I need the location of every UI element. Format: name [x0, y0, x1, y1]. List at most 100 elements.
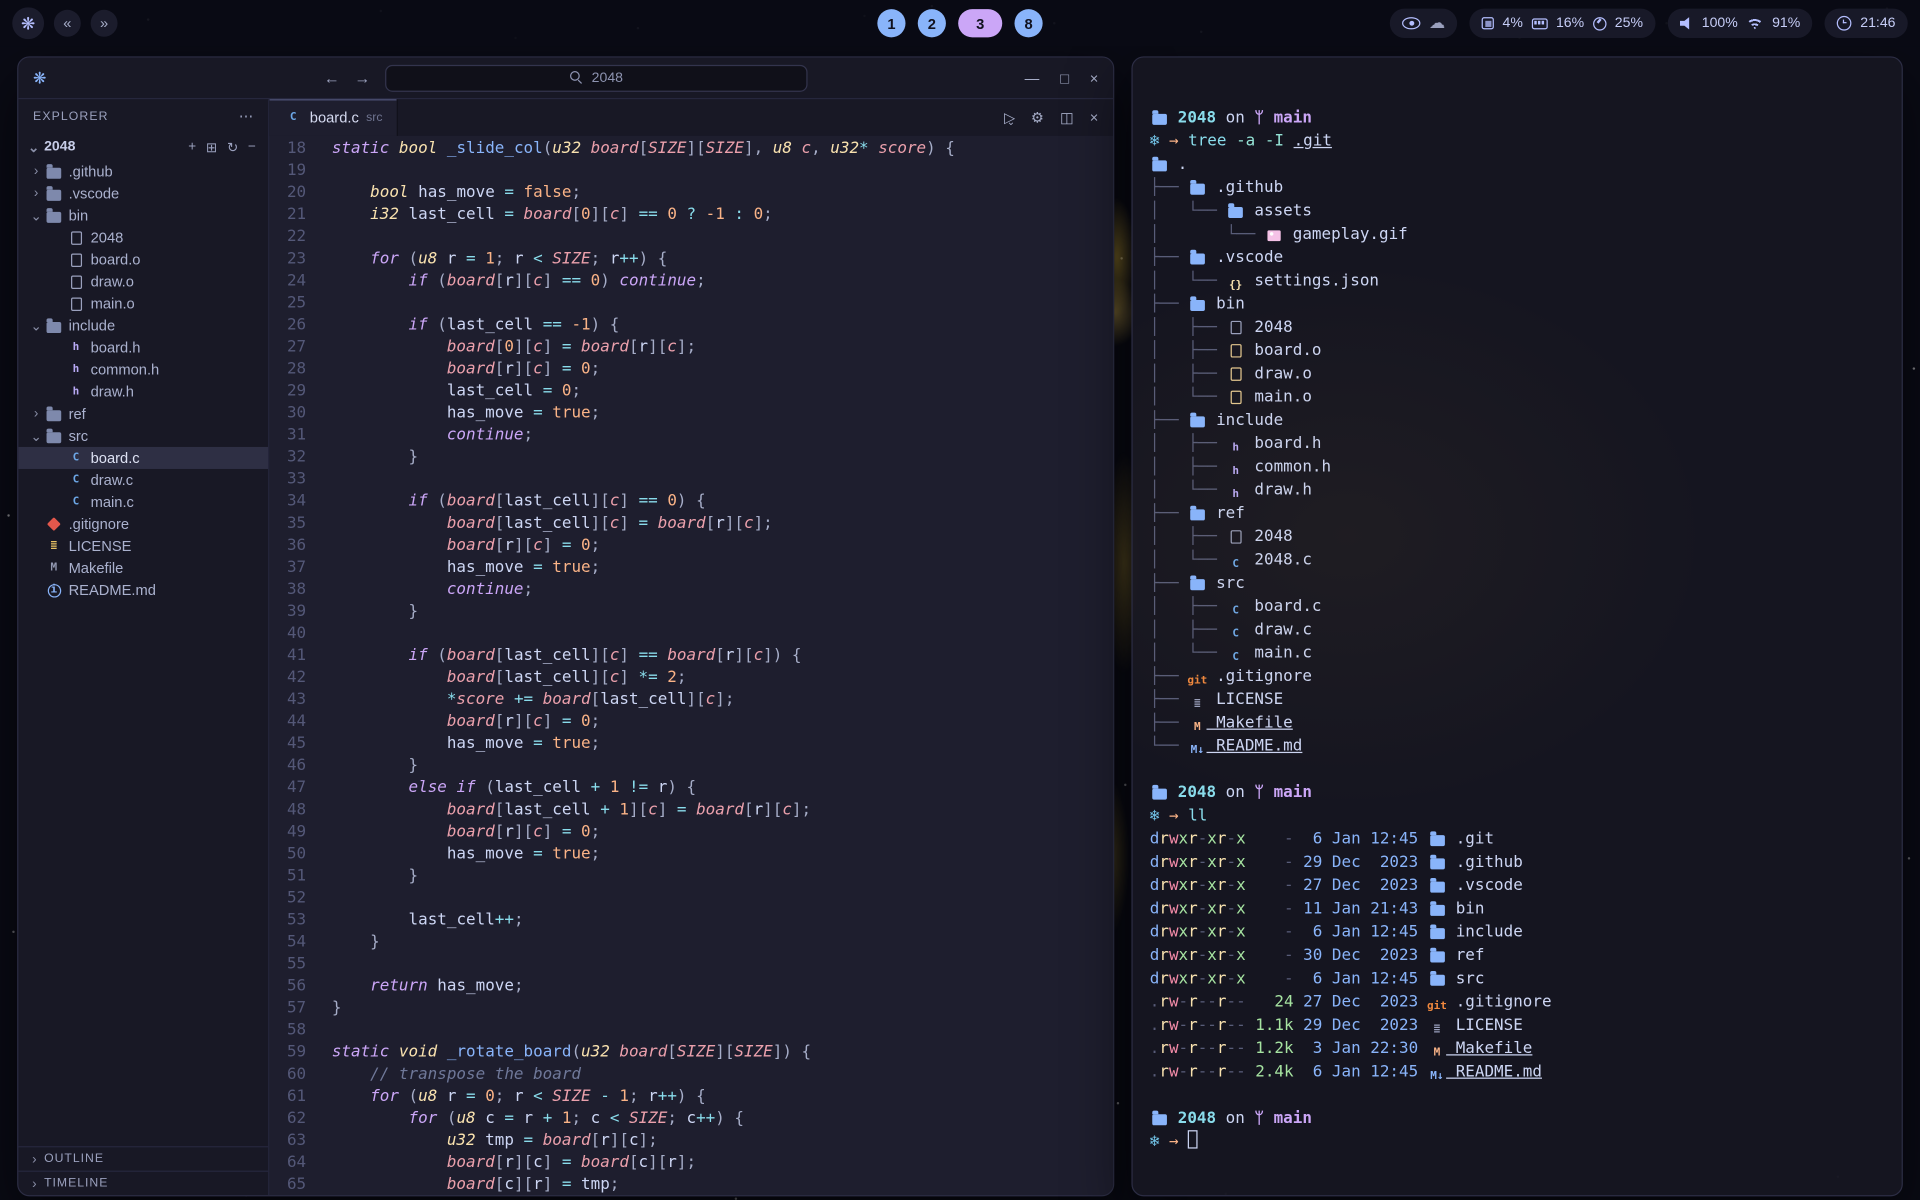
launcher-button[interactable]: ❋ [12, 7, 44, 39]
settings-gear-icon[interactable]: ⚙ [1031, 109, 1044, 126]
explorer-item-board.h[interactable]: h board.h [18, 337, 268, 359]
line-number: 52 [269, 888, 306, 910]
media-next-button[interactable]: » [91, 10, 118, 37]
terminal-line: . [1150, 153, 1902, 176]
explorer-item-board.o[interactable]: board.o [18, 249, 268, 271]
explorer-item-main.o[interactable]: main.o [18, 293, 268, 315]
explorer-item-draw.o[interactable]: draw.o [18, 271, 268, 293]
media-prev-button[interactable]: « [54, 10, 81, 37]
terminal-line: drwxr-xr-x - 6 Jan 12:45 .git [1150, 828, 1902, 851]
close-button[interactable]: × [1090, 69, 1099, 86]
file-icon [1226, 320, 1244, 336]
explorer-item-draw.c[interactable]: Cdraw.c [18, 469, 268, 491]
line-number: 62 [269, 1108, 306, 1130]
minimize-button[interactable]: — [1025, 69, 1040, 86]
explorer-item-.vscode[interactable]: ›.vscode [18, 182, 268, 204]
code-line: 42 board[last_cell][c] *= 2; [269, 667, 1113, 689]
explorer-item-draw.h[interactable]: hdraw.h [18, 381, 268, 403]
desktop: ❋ « » 1238 ☁ 4% 16% 25% [0, 0, 1920, 1200]
explorer-item-src[interactable]: ⌄src [18, 425, 268, 447]
explorer-item-.gitignore[interactable]: .gitignore [18, 513, 268, 535]
explorer-item-2048[interactable]: 2048 [18, 227, 268, 249]
file-name: board.h [91, 339, 141, 356]
code-text: board[r][c] = 0; [306, 535, 600, 557]
explorer-item-.github[interactable]: ›.github [18, 160, 268, 182]
command-center-search[interactable]: 2048 [385, 64, 807, 91]
h-icon: h [66, 340, 86, 356]
code-line: 39 } [269, 601, 1113, 623]
line-number: 19 [269, 160, 306, 182]
workspace-1[interactable]: 1 [877, 9, 905, 37]
volume-icon[interactable] [1680, 17, 1693, 30]
terminal-line: ├── git .gitignore [1150, 665, 1902, 688]
terminal-line: 2048 on ᛘ main [1150, 1107, 1902, 1130]
collapse-all-icon[interactable]: − [248, 139, 256, 155]
code-line: 38 continue; [269, 579, 1113, 601]
nav-forward-icon[interactable]: → [354, 69, 370, 87]
tab-label: board.c [310, 109, 359, 126]
c-letter: C [290, 112, 297, 123]
nav-back-icon[interactable]: ← [324, 69, 340, 87]
folder-icon [1188, 413, 1206, 429]
explorer-more-icon[interactable]: ⋯ [239, 108, 254, 125]
refresh-icon[interactable]: ↻ [227, 139, 238, 155]
close-editor-icon[interactable]: × [1090, 109, 1099, 126]
code-text: if (board[last_cell][c] == 0) { [306, 491, 706, 513]
eye-icon[interactable] [1402, 17, 1420, 29]
audio-network-group: 100% 91% [1667, 9, 1812, 38]
make-icon: M [1188, 720, 1206, 736]
new-file-icon[interactable]: + [188, 139, 196, 155]
code-text: continue; [306, 425, 533, 447]
outline-section[interactable]: › OUTLINE [18, 1146, 268, 1170]
vscode-window: ❋ ← → 2048 — □ × EXPLORER ⋯ [17, 56, 1114, 1196]
code-line: 30 has_move = true; [269, 403, 1113, 425]
terminal-line: │ └── main.o [1150, 386, 1902, 409]
code-line: 60 // transpose the board [269, 1064, 1113, 1086]
explorer-item-LICENSE[interactable]: ≣LICENSE [18, 535, 268, 557]
line-number: 37 [269, 557, 306, 579]
maximize-button[interactable]: □ [1060, 69, 1069, 86]
chevron-right-icon: › [28, 186, 44, 201]
code-text: board[last_cell + 1][c] = board[r][c]; [306, 800, 811, 822]
terminal-line: │ ├── 2048 [1150, 525, 1902, 548]
explorer-item-board.c[interactable]: Cboard.c [18, 447, 268, 469]
code-text [306, 888, 332, 910]
file-name: .gitignore [69, 516, 129, 533]
c-icon: C [1226, 650, 1244, 666]
workspace-2[interactable]: 2 [918, 9, 946, 37]
line-number: 45 [269, 733, 306, 755]
h-icon: h [1226, 441, 1244, 457]
code-text [306, 160, 332, 182]
folder-sb-icon [44, 428, 64, 444]
code-text: for (u8 c = r + 1; c < SIZE; c++) { [306, 1108, 744, 1130]
explorer-item-include[interactable]: ⌄include [18, 315, 268, 337]
split-editor-icon[interactable]: ◫ [1060, 109, 1074, 126]
code-line: 56 return has_move; [269, 976, 1113, 998]
terminal-window[interactable]: 2048 on ᛘ main❄ → tree -a -I .git .├── .… [1131, 56, 1902, 1196]
explorer-item-common.h[interactable]: hcommon.h [18, 359, 268, 381]
folder-sb-icon [44, 163, 64, 179]
terminal-line: drwxr-xr-x - 6 Jan 12:45 include [1150, 921, 1902, 944]
run-button[interactable]: ▷⌄ [1004, 108, 1015, 126]
cloud-icon[interactable]: ☁ [1429, 13, 1445, 33]
explorer-project-row[interactable]: ⌄ 2048 +⊞↻− [18, 133, 268, 160]
explorer-item-bin[interactable]: ⌄bin [18, 204, 268, 226]
code-area[interactable]: 18static bool _slide_col(u32 board[SIZE]… [269, 136, 1113, 1195]
explorer-item-Makefile[interactable]: MMakefile [18, 557, 268, 579]
code-line: 57} [269, 998, 1113, 1020]
explorer-item-main.c[interactable]: Cmain.c [18, 491, 268, 513]
wifi-icon[interactable] [1746, 17, 1763, 29]
workspace-8[interactable]: 8 [1014, 9, 1042, 37]
new-folder-icon[interactable]: ⊞ [206, 139, 217, 155]
terminal-line: drwxr-xr-x - 11 Jan 21:43 bin [1150, 898, 1902, 921]
tab-board-c[interactable]: C board.c src [269, 99, 398, 136]
file-name: common.h [91, 361, 160, 378]
explorer-item-README.md[interactable]: iREADME.md [18, 579, 268, 601]
explorer-item-ref[interactable]: ›ref [18, 403, 268, 425]
file-name: draw.c [91, 471, 133, 488]
timeline-section[interactable]: › TIMELINE [18, 1171, 268, 1195]
code-text: else if (last_cell + 1 != r) { [306, 778, 696, 800]
workspace-3[interactable]: 3 [958, 9, 1002, 37]
file-icon [66, 274, 86, 290]
vscode-titlebar[interactable]: ❋ ← → 2048 — □ × [18, 58, 1113, 100]
